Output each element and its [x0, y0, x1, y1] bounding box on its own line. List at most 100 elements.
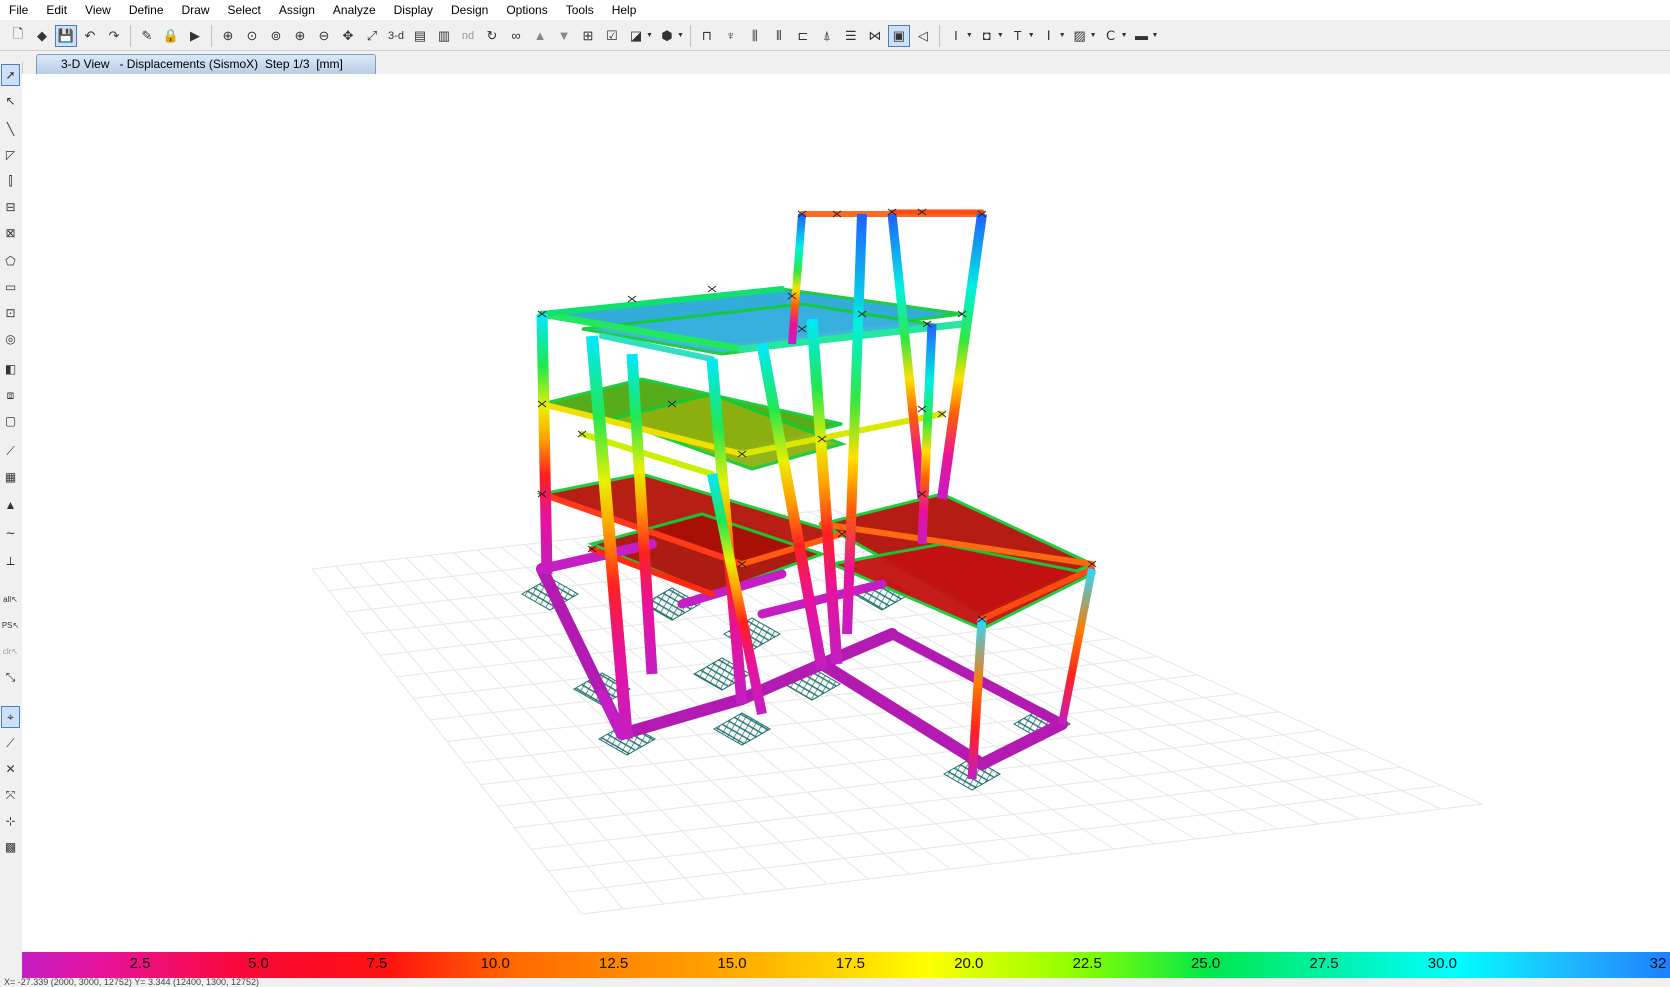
- refresh-icon[interactable]: ↻: [481, 25, 503, 47]
- zoom-window-icon[interactable]: ⊕: [217, 25, 239, 47]
- intersect-select-icon[interactable]: ⤡: [1, 666, 20, 688]
- draw-mesh-icon[interactable]: ▦: [1, 466, 20, 488]
- zoom-in-icon[interactable]: ⊕: [289, 25, 311, 47]
- dropdown-arrow-icon[interactable]: ▼: [966, 32, 973, 39]
- rotate-view-icon[interactable]: ⤢: [361, 25, 383, 47]
- snap-ends-icon[interactable]: ⟋: [1, 732, 20, 754]
- undo-icon[interactable]: ↶: [79, 25, 101, 47]
- move-down-icon[interactable]: ▼: [553, 25, 575, 47]
- deformed-shape-icon[interactable]: ♆: [720, 25, 742, 47]
- dropdown-arrow-icon[interactable]: ▼: [997, 32, 1004, 39]
- dropdown-arrow-icon[interactable]: ▼: [1121, 32, 1128, 39]
- dropdown-arrow-icon[interactable]: ▼: [1152, 32, 1159, 39]
- menu-draw[interactable]: Draw: [173, 0, 219, 20]
- structure-3d-model[interactable]: [22, 74, 1670, 952]
- draw-brace-icon[interactable]: ⊠: [1, 222, 20, 244]
- forces-icon[interactable]: ⫼: [744, 25, 766, 47]
- section-box-icon[interactable]: ◘: [976, 25, 998, 47]
- clear-select-button[interactable]: clr ↖: [1, 640, 20, 662]
- text-cursor-icon[interactable]: I: [945, 25, 967, 47]
- line-style-icon[interactable]: ▬: [1131, 25, 1153, 47]
- reshape-icon[interactable]: ↖: [1, 90, 20, 112]
- tab-3d-view[interactable]: 3-D View - Displacements (SismoX) Step 1…: [36, 54, 376, 74]
- menu-options[interactable]: Options: [497, 0, 556, 20]
- dropdown-arrow-icon[interactable]: ▼: [646, 32, 653, 39]
- dropdown-arrow-icon[interactable]: ▼: [1028, 32, 1035, 39]
- view-nd-button[interactable]: nd: [457, 25, 479, 47]
- edit-pen-icon[interactable]: ✎: [136, 25, 158, 47]
- menu-analyze[interactable]: Analyze: [324, 0, 385, 20]
- snap-points-icon[interactable]: ⌖: [1, 706, 20, 728]
- area-loads-icon[interactable]: ☰: [840, 25, 862, 47]
- open-file-icon[interactable]: ◆: [31, 25, 53, 47]
- select-all-label: all: [3, 594, 12, 604]
- i-section-icon[interactable]: Ⅰ: [1038, 25, 1060, 47]
- draw-column-icon[interactable]: ⫿: [1, 170, 20, 192]
- menu-view[interactable]: View: [76, 0, 120, 20]
- menu-select[interactable]: Select: [219, 0, 270, 20]
- cable-icon[interactable]: ⋈: [864, 25, 886, 47]
- check-icon[interactable]: ☑: [601, 25, 623, 47]
- extrude-view-icon[interactable]: ⬢: [656, 25, 678, 47]
- dropdown-arrow-icon[interactable]: ▼: [677, 32, 684, 39]
- zoom-out-icon[interactable]: ⊖: [313, 25, 335, 47]
- glasses-icon[interactable]: ∞: [505, 25, 527, 47]
- base-beam: [816, 658, 988, 770]
- move-up-icon[interactable]: ▲: [529, 25, 551, 47]
- hatch-icon[interactable]: ▨: [1069, 25, 1091, 47]
- snap-perpendicular-icon[interactable]: ⤧: [1, 784, 20, 806]
- snap-grid-icon[interactable]: ▩: [1, 836, 20, 858]
- draw-dimension-icon[interactable]: ⟂: [1, 550, 20, 572]
- draw-beam-icon[interactable]: ⊟: [1, 196, 20, 218]
- menu-assign[interactable]: Assign: [270, 0, 324, 20]
- menu-define[interactable]: Define: [120, 0, 173, 20]
- draw-circle-icon[interactable]: ◎: [1, 328, 20, 350]
- pointer-icon[interactable]: ➚: [1, 64, 20, 86]
- lock-icon[interactable]: 🔒: [160, 25, 182, 47]
- menu-tools[interactable]: Tools: [557, 0, 603, 20]
- draw-link-icon[interactable]: ⟋: [1, 440, 20, 462]
- model-3d-viewport[interactable]: [22, 74, 1670, 952]
- menu-display[interactable]: Display: [385, 0, 442, 20]
- menu-edit[interactable]: Edit: [37, 0, 76, 20]
- save-icon[interactable]: 💾: [55, 24, 77, 47]
- c-section-icon[interactable]: Ⅽ: [1100, 25, 1122, 47]
- draw-wall-icon[interactable]: ◧: [1, 358, 20, 380]
- zoom-restore-icon[interactable]: ⊙: [241, 25, 263, 47]
- draw-frame-icon[interactable]: ◸: [1, 144, 20, 166]
- zoom-previous-icon[interactable]: ⊚: [265, 25, 287, 47]
- pan-icon[interactable]: ✥: [337, 25, 359, 47]
- select-all-button[interactable]: all ↖: [1, 588, 20, 610]
- draw-rect-area-icon[interactable]: ▭: [1, 276, 20, 298]
- snap-intersection-icon[interactable]: ✕: [1, 758, 20, 780]
- display-options-icon[interactable]: ◪: [625, 25, 647, 47]
- section-cut-icon[interactable]: ◁: [912, 25, 934, 47]
- view-3d-button[interactable]: 3-d: [385, 25, 407, 47]
- view-plan-icon[interactable]: ▤: [409, 25, 431, 47]
- draw-poly-area-icon[interactable]: ⬠: [1, 250, 20, 272]
- contour-icon[interactable]: ▣: [887, 24, 910, 47]
- quick-area-icon[interactable]: ⊡: [1, 302, 20, 324]
- grid-select-icon[interactable]: ⊞: [577, 25, 599, 47]
- snap-lines-icon[interactable]: ⊹: [1, 810, 20, 832]
- frame-icon[interactable]: ⊓: [696, 25, 718, 47]
- previous-select-button[interactable]: PS ↖: [1, 614, 20, 636]
- run-analysis-icon[interactable]: ▶: [184, 25, 206, 47]
- t-section-icon[interactable]: T: [1007, 25, 1029, 47]
- draw-opening-icon[interactable]: ⧈: [1, 384, 20, 406]
- draw-panel-icon[interactable]: ▢: [1, 410, 20, 432]
- view-elevation-icon[interactable]: ▥: [433, 25, 455, 47]
- draw-tendon-icon[interactable]: ∼: [1, 522, 20, 544]
- joint-loads-icon[interactable]: ⍋: [816, 25, 838, 47]
- menu-design[interactable]: Design: [442, 0, 497, 20]
- new-file-icon[interactable]: 🗋: [7, 25, 29, 47]
- redo-icon[interactable]: ↷: [103, 25, 125, 47]
- draw-line-icon[interactable]: ╲: [1, 118, 20, 140]
- dropdown-arrow-icon[interactable]: ▼: [1059, 32, 1066, 39]
- draw-solid-icon[interactable]: ▲: [1, 494, 20, 516]
- stresses-icon[interactable]: ⫴: [768, 25, 790, 47]
- menu-help[interactable]: Help: [603, 0, 646, 20]
- menu-file[interactable]: File: [0, 0, 37, 20]
- frame-forces-icon[interactable]: ⊏: [792, 25, 814, 47]
- dropdown-arrow-icon[interactable]: ▼: [1090, 32, 1097, 39]
